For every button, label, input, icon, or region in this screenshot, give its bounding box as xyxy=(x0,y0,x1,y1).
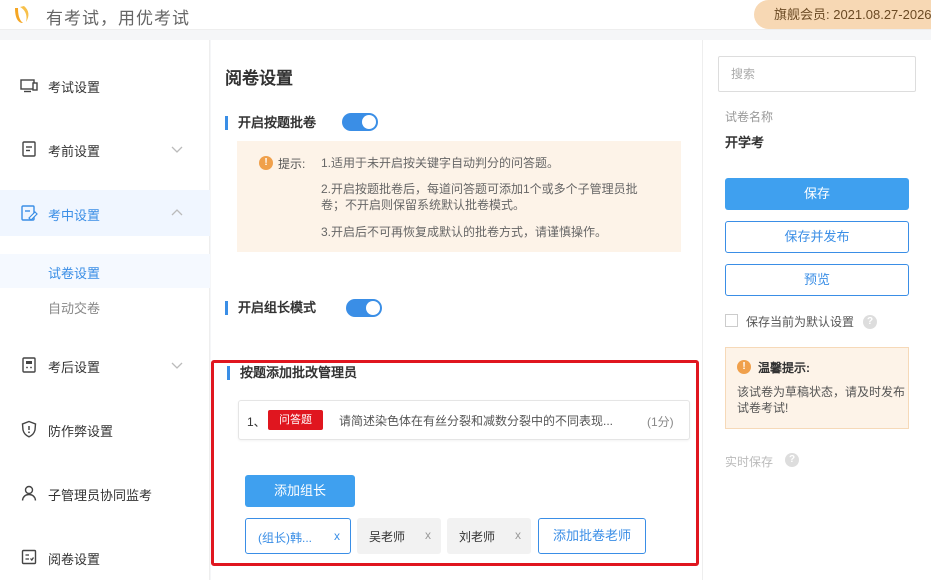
leader-mode-toggle[interactable] xyxy=(346,299,382,317)
sidebar-item-pre-exam[interactable]: 考前设置 xyxy=(0,126,210,172)
edit-document-icon xyxy=(21,205,38,221)
warning-icon: ! xyxy=(259,156,273,170)
realtime-save-label: 实时保存 xyxy=(725,455,774,469)
sidebar-item-label: 考后设置 xyxy=(48,360,101,375)
sidebar-item-label: 子管理员协同监考 xyxy=(48,488,153,503)
section-title-add-grading-admin: 按题添加批改管理员 xyxy=(227,366,357,380)
chevron-down-icon xyxy=(171,362,183,369)
sidebar-item-sub-admin-proctor[interactable]: 子管理员协同监考 xyxy=(0,470,210,516)
sidebar-item-during-exam[interactable]: 考中设置 xyxy=(0,190,210,236)
leader-chip[interactable]: (组长)韩... x xyxy=(245,518,351,554)
member-badge: 旗舰会员: 2021.08.27-2026 xyxy=(754,0,931,29)
sidebar-item-label: 防作弊设置 xyxy=(48,424,114,439)
sidebar-item-grading[interactable]: 阅卷设置 xyxy=(0,534,210,580)
sidebar-item-label: 阅卷设置 xyxy=(48,552,101,567)
shield-icon xyxy=(21,420,37,438)
chevron-down-icon xyxy=(171,146,183,153)
default-settings-checkbox[interactable] xyxy=(725,314,738,327)
question-score: (1分) xyxy=(647,415,674,429)
tip-label: 提示: xyxy=(278,157,306,171)
sidebar-subitem-auto-submit[interactable]: 自动交卷 xyxy=(0,289,210,323)
chip-label: (组长)韩... xyxy=(258,531,312,545)
sidebar-subitem-label: 试卷设置 xyxy=(48,266,101,281)
warning-icon: ! xyxy=(737,360,751,374)
save-button[interactable]: 保存 xyxy=(725,178,909,210)
main-content: 阅卷设置 开启按题批卷 ! 提示: 1.适用于未开启按关键字自动判分的问答题。 … xyxy=(211,40,702,580)
user-icon xyxy=(21,485,37,501)
grader-chip[interactable]: 吴老师 x xyxy=(357,518,441,554)
document-icon xyxy=(22,141,36,157)
brand-slogan: 有考试，用优考试 xyxy=(46,9,190,28)
sidebar-item-anti-cheat[interactable]: 防作弊设置 xyxy=(0,406,210,452)
page-title: 阅卷设置 xyxy=(225,69,293,88)
tip-line-3: 3.开启后不可再恢复成默认的批卷方式，请谨慎操作。 xyxy=(321,225,608,239)
paper-name-value: 开学考 xyxy=(725,135,765,150)
question-card[interactable]: 1、 问答题 请简述染色体在有丝分裂和减数分裂中的不同表现... (1分) xyxy=(238,400,690,440)
search-input[interactable] xyxy=(718,56,916,92)
section-title-question-grading: 开启按题批卷 xyxy=(225,116,316,130)
question-text: 请简述染色体在有丝分裂和减数分裂中的不同表现... xyxy=(339,414,614,428)
warm-tip-body: 该试卷为草稿状态，请及时发布试卷考试! xyxy=(737,385,906,415)
sidebar-subitem-label: 自动交卷 xyxy=(48,301,101,316)
grader-chip[interactable]: 刘老师 x xyxy=(447,518,531,554)
sidebar-item-exam-equipment[interactable]: 考试设置 xyxy=(0,62,210,108)
remove-chip-icon[interactable]: x xyxy=(334,529,340,543)
remove-chip-icon[interactable]: x xyxy=(515,528,521,542)
add-grading-teacher-button[interactable]: 添加批卷老师 xyxy=(538,518,646,554)
sidebar-item-label: 考中设置 xyxy=(48,208,101,223)
chevron-up-icon xyxy=(171,209,183,216)
right-panel: 试卷名称 开学考 保存 保存并发布 预览 保存当前为默认设置 ? ! 温馨提示:… xyxy=(702,40,931,580)
question-number: 1、 xyxy=(247,415,266,429)
app-header: 有考试，用优考试 旗舰会员: 2021.08.27-2026 xyxy=(0,0,931,30)
sidebar-subitem-paper-settings[interactable]: 试卷设置 xyxy=(0,254,210,288)
section-title-leader-mode: 开启组长模式 xyxy=(225,301,316,315)
question-grading-toggle[interactable] xyxy=(342,113,378,131)
question-type-tag: 问答题 xyxy=(268,410,323,430)
save-and-publish-button[interactable]: 保存并发布 xyxy=(725,221,909,253)
logo-icon xyxy=(15,6,29,23)
warm-tip-box: ! 温馨提示: 该试卷为草稿状态，请及时发布试卷考试! xyxy=(725,347,909,429)
add-leader-button[interactable]: 添加组长 xyxy=(245,475,355,507)
sidebar: 考试设置 考前设置 考中设置 试卷设置 自动交卷 考后设置 防作弊设置 子管理员… xyxy=(0,40,210,580)
calculator-icon xyxy=(22,357,36,373)
help-icon[interactable]: ? xyxy=(863,315,877,329)
checklist-icon xyxy=(21,549,37,565)
tip-box: ! 提示: 1.适用于未开启按关键字自动判分的问答题。 2.开启按题批卷后，每道… xyxy=(237,141,681,252)
sidebar-item-label: 考前设置 xyxy=(48,144,101,159)
warm-tip-title: 温馨提示: xyxy=(758,361,810,375)
monitor-icon xyxy=(20,79,38,93)
tip-line-1: 1.适用于未开启按关键字自动判分的问答题。 xyxy=(321,156,560,170)
chip-label: 刘老师 xyxy=(459,530,496,544)
sidebar-item-label: 考试设置 xyxy=(48,80,101,95)
remove-chip-icon[interactable]: x xyxy=(425,528,431,542)
preview-button[interactable]: 预览 xyxy=(725,264,909,296)
paper-name-label: 试卷名称 xyxy=(725,110,774,124)
default-settings-label: 保存当前为默认设置 xyxy=(746,315,855,329)
tip-line-2: 2.开启按题批卷后，每道问答题可添加1个或多个子管理员批卷；不开启则保留系统默认… xyxy=(321,182,638,212)
help-icon[interactable]: ? xyxy=(785,453,799,467)
chip-label: 吴老师 xyxy=(369,530,406,544)
sidebar-item-post-exam[interactable]: 考后设置 xyxy=(0,342,210,388)
